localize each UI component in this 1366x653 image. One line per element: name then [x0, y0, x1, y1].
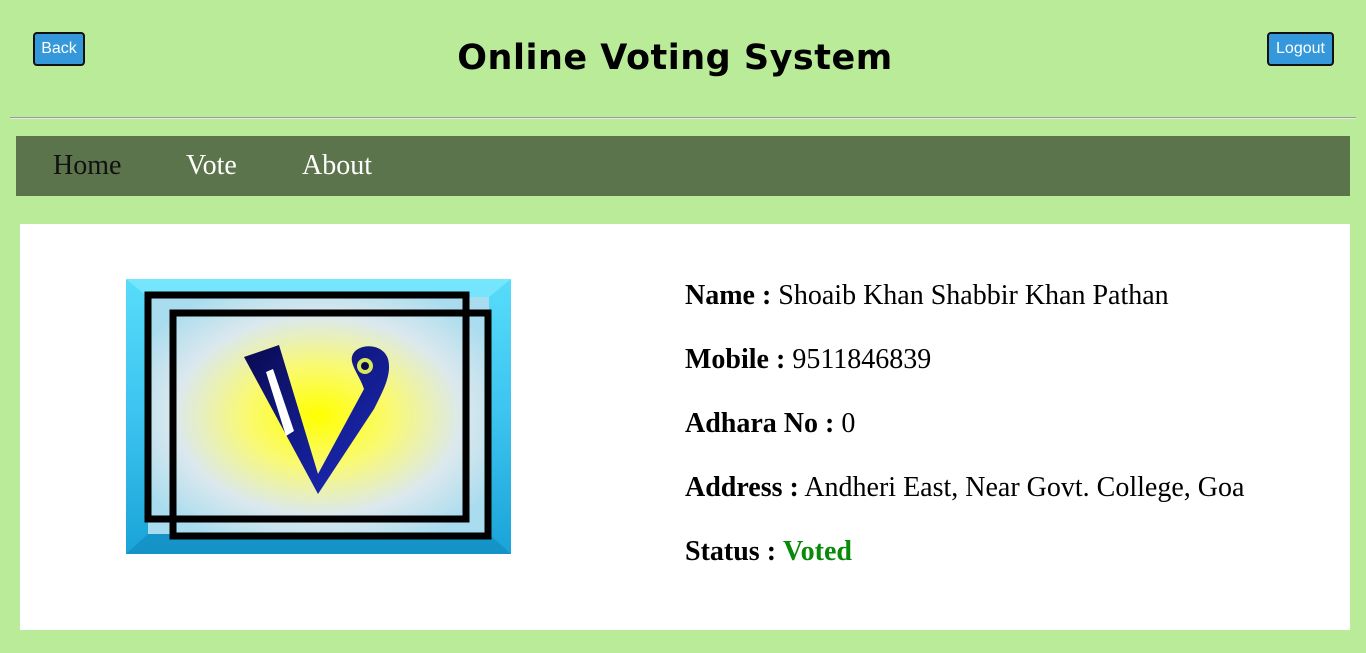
voter-profile-card: Name : Shoaib Khan Shabbir Khan Pathan M…	[20, 224, 1350, 630]
page-title: Online Voting System	[457, 38, 893, 78]
address-label: Address :	[685, 472, 799, 503]
voter-address-row: Address : Andheri East, Near Govt. Colle…	[685, 472, 1244, 504]
address-value: Andheri East, Near Govt. College, Goa	[804, 472, 1245, 503]
adhara-label: Adhara No :	[685, 408, 835, 439]
voter-adhara-row: Adhara No : 0	[685, 408, 855, 440]
status-value: Voted	[783, 536, 852, 567]
logout-button[interactable]: Logout	[1267, 32, 1334, 66]
adhara-value: 0	[841, 408, 856, 439]
voter-name-row: Name : Shoaib Khan Shabbir Khan Pathan	[685, 280, 1169, 312]
status-label: Status :	[685, 536, 777, 567]
name-value: Shoaib Khan Shabbir Khan Pathan	[778, 280, 1169, 311]
voter-status-row: Status : Voted	[685, 536, 852, 568]
mobile-label: Mobile :	[685, 344, 786, 375]
nav-item-about[interactable]: About	[302, 150, 372, 182]
header-divider	[10, 117, 1356, 119]
voting-logo-icon	[126, 279, 511, 554]
nav-item-home[interactable]: Home	[53, 150, 121, 182]
mobile-value: 9511846839	[792, 344, 932, 375]
nav-bar: Home Vote About	[16, 136, 1350, 196]
name-label: Name :	[685, 280, 772, 311]
nav-item-vote[interactable]: Vote	[186, 150, 237, 182]
voter-mobile-row: Mobile : 9511846839	[685, 344, 931, 376]
